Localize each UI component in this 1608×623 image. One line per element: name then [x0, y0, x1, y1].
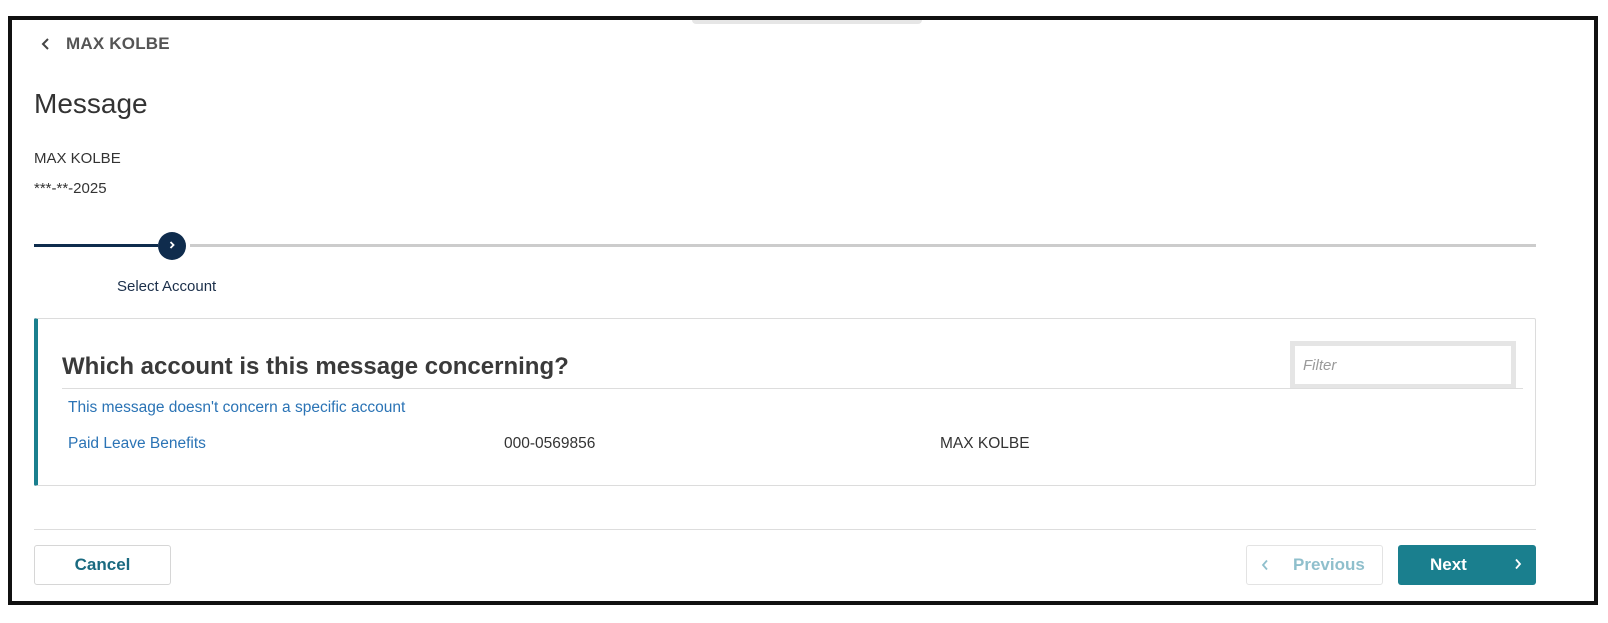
progress-stepper: Select Account — [34, 230, 1536, 295]
cancel-button-label: Cancel — [74, 555, 131, 574]
next-button-label: Next — [1430, 555, 1467, 574]
account-selection-card: Which account is this message concerning… — [34, 318, 1536, 486]
chevron-right-icon — [167, 237, 177, 255]
chevron-right-icon — [1514, 558, 1522, 570]
previous-button-label: Previous — [1293, 555, 1365, 574]
cancel-button[interactable]: Cancel — [34, 545, 171, 585]
chevron-left-icon — [40, 37, 50, 51]
card-divider — [62, 388, 1523, 389]
app-window: MAX KOLBE Message MAX KOLBE ***-**-2025 … — [8, 16, 1598, 605]
account-row[interactable]: Paid Leave Benefits 000-0569856 MAX KOLB… — [68, 435, 1468, 457]
account-name-link[interactable]: Paid Leave Benefits — [68, 435, 206, 453]
previous-button[interactable]: Previous — [1246, 545, 1383, 585]
person-masked-id: ***-**-2025 — [34, 180, 107, 197]
back-link-label: MAX KOLBE — [66, 34, 170, 53]
step-label-select-account: Select Account — [117, 278, 217, 295]
account-question-heading: Which account is this message concerning… — [62, 353, 569, 380]
account-number: 000-0569856 — [504, 435, 596, 452]
footer-divider — [34, 529, 1536, 530]
next-button[interactable]: Next — [1398, 545, 1536, 585]
stepper-remaining-track — [190, 244, 1536, 247]
account-holder: MAX KOLBE — [940, 435, 1030, 452]
back-link[interactable]: MAX KOLBE — [40, 34, 170, 54]
person-name: MAX KOLBE — [34, 150, 121, 167]
top-tab-shadow — [692, 20, 922, 24]
no-specific-account-option[interactable]: This message doesn't concern a specific … — [68, 399, 405, 417]
chevron-left-icon — [1261, 559, 1269, 571]
filter-input[interactable] — [1290, 341, 1516, 389]
stepper-completed-track — [34, 244, 158, 247]
step-indicator-select-account — [158, 232, 186, 260]
page-title: Message — [34, 88, 148, 119]
